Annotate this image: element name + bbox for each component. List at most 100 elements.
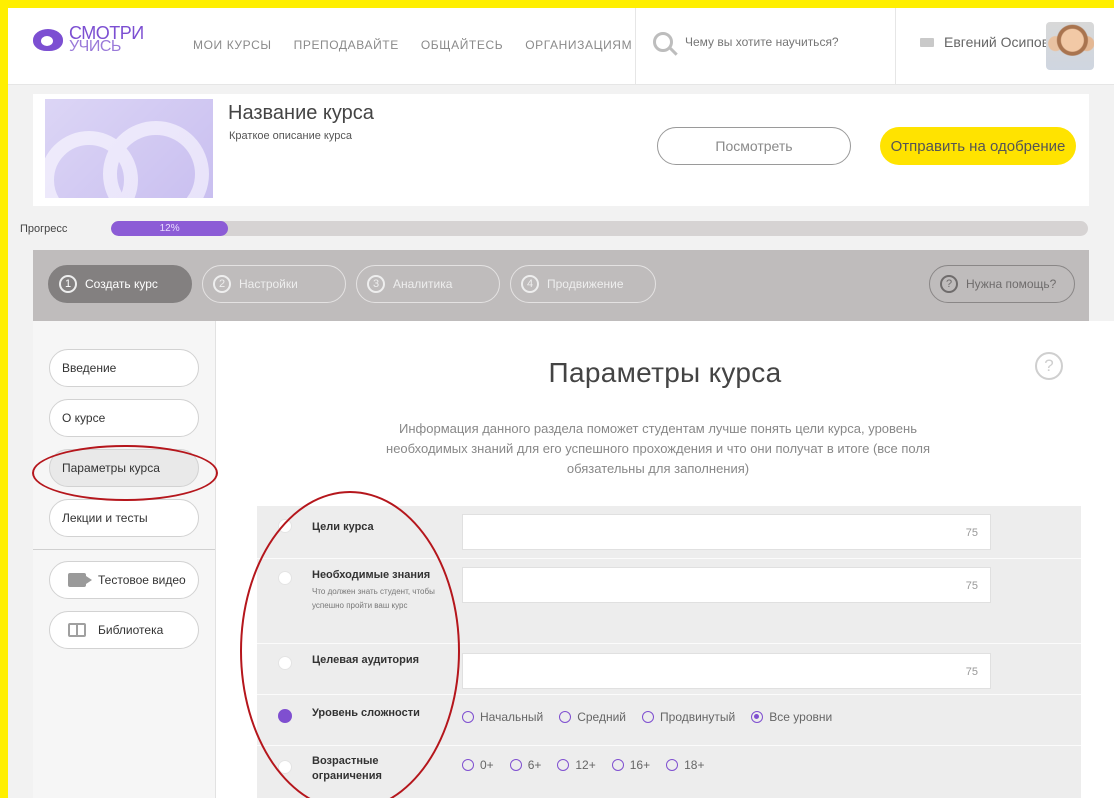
age-option[interactable]: 18+ <box>666 758 704 772</box>
course-params-form: Цели курса 75 Необходимые знания Что дол… <box>257 506 1081 798</box>
sidebar-item-library[interactable]: Библиотека <box>49 611 199 649</box>
field-label: Цели курса <box>312 521 374 533</box>
sidebar-item-intro[interactable]: Введение <box>49 349 199 387</box>
step-label: Настройки <box>239 277 298 291</box>
age-option[interactable]: 0+ <box>462 758 494 772</box>
radio-button[interactable] <box>559 711 572 723</box>
age-option[interactable]: 6+ <box>509 758 541 772</box>
level-option-advanced[interactable]: Продвинутый <box>642 710 735 724</box>
progress-fill: 12% <box>111 221 229 236</box>
sidebar-item-label: Введение <box>62 361 117 375</box>
help-label: Нужна помощь? <box>966 277 1057 291</box>
age-options: 0+ 6+ 12+ 16+ 18+ <box>462 758 720 772</box>
level-option-intermediate[interactable]: Средний <box>559 710 626 724</box>
logo-icon <box>33 29 63 51</box>
video-camera-icon <box>68 573 92 587</box>
radio-button[interactable] <box>462 759 474 771</box>
field-label: Уровень сложности <box>312 707 420 719</box>
user-menu[interactable]: Евгений Осипов <box>920 34 1049 50</box>
status-dot <box>278 760 292 774</box>
progress-bar: 12% <box>111 221 1088 236</box>
sidebar-item-course-params[interactable]: Параметры курса <box>49 449 199 487</box>
course-card: Название курса Краткое описание курса По… <box>33 94 1089 206</box>
page-description: Информация данного раздела поможет студе… <box>386 421 930 476</box>
step-label: Продвижение <box>547 277 624 291</box>
radio-button[interactable] <box>666 759 679 771</box>
step-label: Аналитика <box>393 277 453 291</box>
top-header: СМОТРИ УЧИСЬ МОИ КУРСЫ ПРЕПОДАВАЙТЕ ОБЩА… <box>8 8 1114 85</box>
wizard-steps: 1 Создать курс 2 Настройки 3 Аналитика 4… <box>33 250 1089 321</box>
user-name[interactable]: Евгений Осипов <box>944 34 1049 50</box>
level-option-beginner[interactable]: Начальный <box>462 710 543 724</box>
search-input[interactable] <box>683 34 867 50</box>
field-label: Возрастные ограничения <box>312 755 382 782</box>
step-analytics[interactable]: 3 Аналитика <box>356 265 500 303</box>
field-label: Необходимые знания <box>312 569 431 581</box>
search-icon[interactable] <box>653 32 673 52</box>
age-option[interactable]: 16+ <box>611 758 650 772</box>
status-dot <box>278 519 292 533</box>
step-create-course[interactable]: 1 Создать курс <box>48 265 192 303</box>
mail-icon[interactable] <box>920 37 934 47</box>
step-promotion[interactable]: 4 Продвижение <box>510 265 656 303</box>
nav-my-courses[interactable]: МОИ КУРСЫ <box>193 38 272 52</box>
goals-input[interactable]: 75 <box>462 514 991 550</box>
field-row-knowledge: Необходимые знания Что должен знать студ… <box>257 559 1081 644</box>
course-description[interactable]: Краткое описание курса <box>229 130 352 142</box>
sidebar-item-label: Тестовое видео <box>98 573 186 587</box>
progress-label: Прогресс <box>20 223 68 235</box>
sidebar-item-label: О курсе <box>62 411 106 425</box>
header-divider <box>635 8 636 84</box>
level-option-all[interactable]: Все уровни <box>751 710 832 724</box>
radio-button[interactable] <box>611 759 624 771</box>
status-dot <box>278 571 292 585</box>
main-content: Параметры курса ? Информация данного раз… <box>216 321 1114 798</box>
field-row-level: Уровень сложности Начальный Средний Прод… <box>257 695 1081 746</box>
help-button[interactable]: ? Нужна помощь? <box>929 265 1075 303</box>
submit-for-approval-button[interactable]: Отправить на одобрение <box>880 127 1076 165</box>
question-icon[interactable]: ? <box>1035 352 1063 380</box>
book-icon <box>68 623 86 637</box>
site-logo[interactable]: СМОТРИ УЧИСЬ <box>33 24 144 55</box>
audience-input[interactable]: 75 <box>462 653 991 689</box>
radio-button[interactable] <box>462 711 474 723</box>
field-row-goals: Цели курса 75 <box>257 506 1081 559</box>
sidebar: Введение О курсе Параметры курса Лекции … <box>33 321 216 798</box>
sidebar-divider <box>33 549 215 550</box>
sidebar-item-test-video[interactable]: Тестовое видео <box>49 561 199 599</box>
preview-button[interactable]: Посмотреть <box>657 127 851 165</box>
step-number: 1 <box>59 275 77 293</box>
status-dot <box>278 709 292 723</box>
app-window: СМОТРИ УЧИСЬ МОИ КУРСЫ ПРЕПОДАВАЙТЕ ОБЩА… <box>8 8 1114 798</box>
avatar[interactable] <box>1046 22 1094 70</box>
radio-button[interactable] <box>509 759 522 771</box>
nav-teach[interactable]: ПРЕПОДАВАЙТЕ <box>294 38 399 52</box>
step-number: 4 <box>521 275 539 293</box>
radio-button[interactable] <box>642 711 655 723</box>
course-title[interactable]: Название курса <box>228 102 374 125</box>
page-title: Параметры курса <box>548 357 782 388</box>
level-options: Начальный Средний Продвинутый Все уровни <box>462 710 848 724</box>
sidebar-item-lectures[interactable]: Лекции и тесты <box>49 499 199 537</box>
char-counter: 75 <box>965 580 978 592</box>
char-counter: 75 <box>965 527 978 539</box>
nav-organizations[interactable]: ОРГАНИЗАЦИЯМ <box>525 38 632 52</box>
sidebar-item-label: Библиотека <box>98 623 164 637</box>
char-counter: 75 <box>965 666 978 678</box>
step-settings[interactable]: 2 Настройки <box>202 265 346 303</box>
step-number: 3 <box>367 275 385 293</box>
header-divider <box>895 8 896 84</box>
radio-button[interactable] <box>557 759 570 771</box>
sidebar-item-about[interactable]: О курсе <box>49 399 199 437</box>
help-icon: ? <box>940 275 958 293</box>
age-option[interactable]: 12+ <box>557 758 596 772</box>
field-row-audience: Целевая аудитория 75 <box>257 644 1081 695</box>
nav-community[interactable]: ОБЩАЙТЕСЬ <box>421 38 503 52</box>
knowledge-input[interactable]: 75 <box>462 567 991 603</box>
step-label: Создать курс <box>85 277 158 291</box>
radio-button-selected[interactable] <box>751 711 764 723</box>
course-thumbnail[interactable] <box>45 99 213 198</box>
main-nav: МОИ КУРСЫ ПРЕПОДАВАЙТЕ ОБЩАЙТЕСЬ ОРГАНИЗ… <box>193 38 632 52</box>
field-row-age: Возрастные ограничения 0+ 6+ 12+ 16+ 18+ <box>257 746 1081 798</box>
step-number: 2 <box>213 275 231 293</box>
